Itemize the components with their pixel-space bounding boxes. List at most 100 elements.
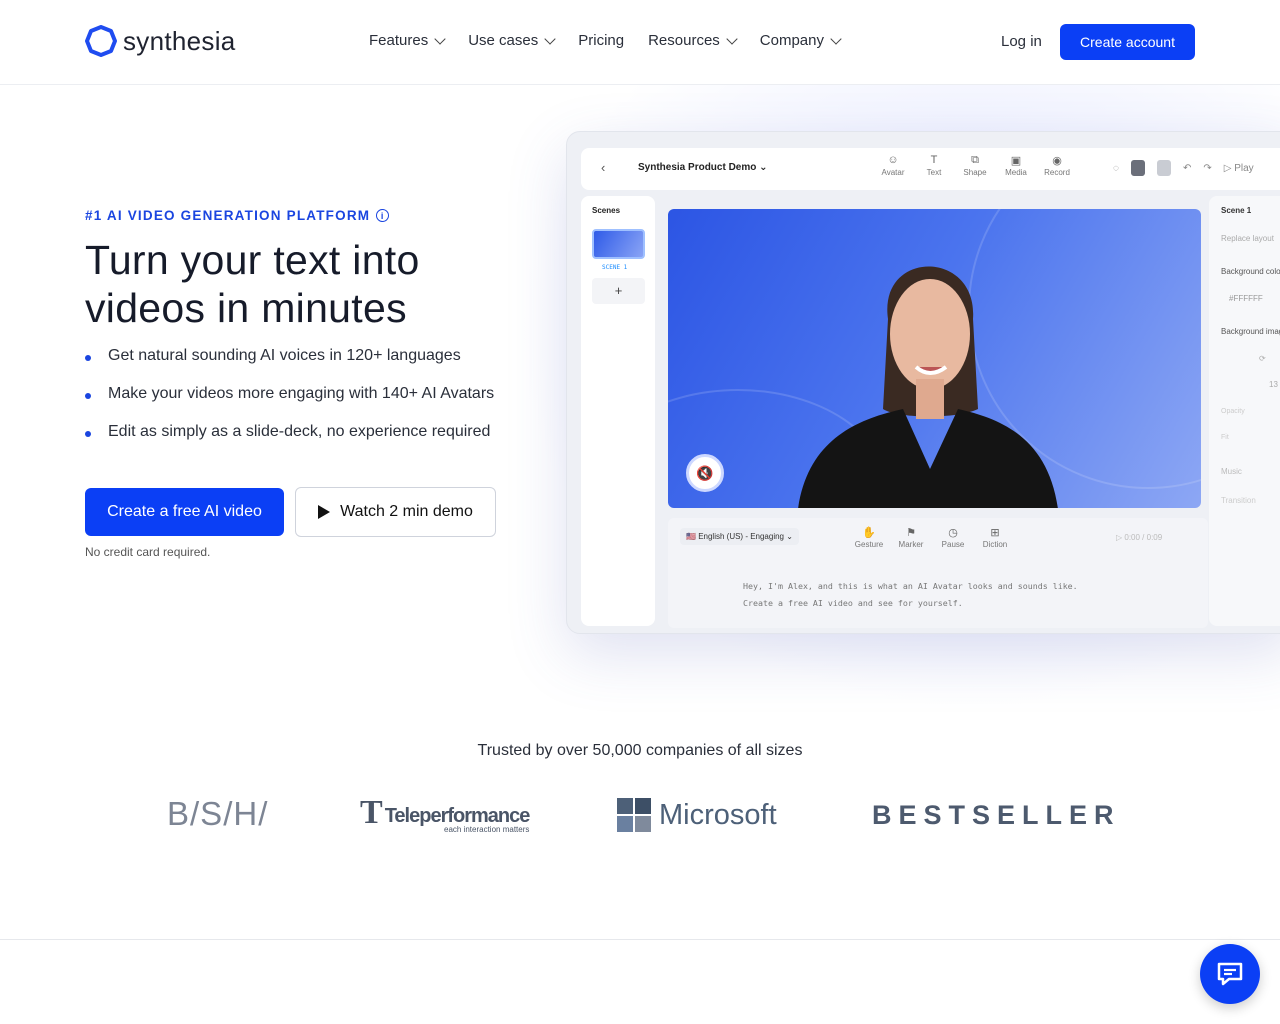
sync-icon[interactable]: ◌ bbox=[1113, 163, 1119, 174]
menu-pricing[interactable]: Pricing bbox=[578, 32, 624, 49]
video-canvas[interactable]: 🔇 bbox=[668, 209, 1201, 508]
script-line: Hey, I'm Alex, and this is what an AI Av… bbox=[743, 581, 1078, 591]
top-nav: synthesia Features Use cases Pricing Res… bbox=[0, 0, 1280, 85]
tool-diction[interactable]: ⊞ Diction bbox=[980, 526, 1010, 549]
scene-thumbnail[interactable] bbox=[592, 229, 645, 259]
customer-logos: B/S/H/ T Teleperformance each interaction … bbox=[0, 795, 1280, 840]
play-button[interactable]: ▷ Play bbox=[1224, 163, 1254, 174]
script-panel: 🇺🇸 English (US) - Engaging ⌄ ✋ Gesture ⚑ M… bbox=[668, 518, 1208, 628]
toolbar-right: ◌ ↶ ↷ ▷ Play bbox=[1113, 160, 1254, 176]
opacity-label: Opacity bbox=[1221, 408, 1245, 415]
tool-record[interactable]: ◉ Record bbox=[1044, 154, 1070, 177]
script-text[interactable]: Hey, I'm Alex, and this is what an AI Av… bbox=[743, 578, 1078, 612]
synthesia-logo-icon bbox=[85, 25, 117, 57]
project-title[interactable]: Synthesia Product Demo ⌄ bbox=[638, 162, 768, 173]
replace-layout-button[interactable]: Replace layout bbox=[1221, 234, 1274, 243]
logo-text: Microsoft bbox=[659, 798, 777, 831]
add-scene-button[interactable]: + bbox=[592, 278, 645, 304]
project-title-text: Synthesia Product Demo bbox=[638, 162, 757, 173]
list-item: Get natural sounding AI voices in 120+ l… bbox=[85, 347, 494, 385]
brand-name: synthesia bbox=[123, 25, 236, 56]
bullet-icon bbox=[85, 431, 91, 437]
menu-label: Use cases bbox=[468, 32, 539, 49]
menu-resources[interactable]: Resources bbox=[648, 32, 738, 49]
scene-label: SCENE 1 bbox=[602, 264, 628, 271]
menu-label: Features bbox=[369, 32, 429, 49]
tool-label: Marker bbox=[898, 540, 924, 549]
login-link[interactable]: Log in bbox=[1001, 33, 1042, 50]
shape-icon: ⧉ bbox=[971, 154, 979, 166]
menu-use-cases[interactable]: Use cases bbox=[468, 32, 556, 49]
bg-image-label: Background image bbox=[1221, 327, 1280, 336]
value-field[interactable]: 13 bbox=[1269, 380, 1278, 389]
menu-label: Resources bbox=[648, 32, 720, 49]
time-value: 0:00 / 0:09 bbox=[1124, 533, 1163, 542]
tool-label: Text bbox=[926, 168, 942, 177]
watch-demo-button[interactable]: Watch 2 min demo bbox=[295, 487, 496, 537]
section-divider bbox=[0, 939, 1280, 940]
feature-list: Get natural sounding AI voices in 120+ l… bbox=[85, 347, 494, 461]
main-menu: Features Use cases Pricing Resources Com… bbox=[369, 32, 864, 49]
tool-label: Diction bbox=[982, 540, 1008, 549]
tool-label: Shape bbox=[963, 168, 987, 177]
insert-tools: ☺ Avatar T Text ⧉ Shape ▣ Media ◉ Record bbox=[881, 154, 1070, 177]
redo-icon[interactable]: ↷ bbox=[1203, 163, 1211, 174]
avatar bbox=[1156, 160, 1171, 176]
tool-label: Pause bbox=[941, 540, 965, 549]
chevron-down-icon bbox=[434, 32, 446, 45]
bg-color-label: Background color bbox=[1221, 267, 1280, 276]
tool-label: Avatar bbox=[881, 168, 905, 177]
info-icon[interactable]: i bbox=[376, 209, 390, 222]
bullet-text: Make your videos more engaging with 140+… bbox=[108, 385, 495, 402]
chevron-down-icon bbox=[830, 32, 842, 45]
tool-label: Gesture bbox=[854, 540, 884, 549]
refresh-icon[interactable]: ⟳ bbox=[1259, 354, 1266, 363]
tool-label: Record bbox=[1044, 168, 1070, 177]
create-account-button[interactable]: Create account bbox=[1060, 24, 1195, 60]
chevron-down-icon bbox=[726, 32, 738, 45]
tool-marker[interactable]: ⚑ Marker bbox=[896, 526, 926, 549]
avatar-icon: ☺ bbox=[887, 154, 899, 166]
ai-avatar-image bbox=[798, 266, 1058, 508]
media-icon: ▣ bbox=[1010, 155, 1022, 167]
fit-label: Fit bbox=[1221, 434, 1229, 441]
tool-gesture[interactable]: ✋ Gesture bbox=[854, 526, 884, 549]
eyebrow-text: #1 AI VIDEO GENERATION PLATFORM bbox=[85, 208, 371, 223]
bsh-logo: B/S/H/ bbox=[167, 795, 269, 832]
tool-text[interactable]: T Text bbox=[922, 154, 946, 177]
language-value: English (US) - Engaging bbox=[698, 532, 785, 541]
tool-shape[interactable]: ⧉ Shape bbox=[963, 154, 987, 177]
panel-title: Scene 1 bbox=[1221, 206, 1252, 215]
language-select[interactable]: 🇺🇸 English (US) - Engaging ⌄ bbox=[680, 528, 799, 545]
color-input[interactable]: #FFFFFF bbox=[1229, 294, 1263, 303]
music-label: Music bbox=[1221, 467, 1242, 476]
chevron-down-icon bbox=[544, 32, 556, 45]
microsoft-grid-icon bbox=[617, 798, 651, 832]
chat-icon bbox=[1217, 962, 1243, 986]
script-tools: ✋ Gesture ⚑ Marker ◷ Pause ⊞ Diction bbox=[854, 526, 1010, 549]
undo-icon[interactable]: ↶ bbox=[1183, 163, 1191, 174]
menu-features[interactable]: Features bbox=[369, 32, 446, 49]
playback-time[interactable]: ▷ 0:00 / 0:09 bbox=[1116, 533, 1162, 542]
tool-avatar[interactable]: ☺ Avatar bbox=[881, 154, 905, 177]
script-line: Create a free AI video and see for yours… bbox=[743, 598, 963, 608]
eyebrow: #1 AI VIDEO GENERATION PLATFORM i bbox=[85, 208, 390, 223]
teleperformance-logo: T Teleperformance each interaction matters bbox=[360, 794, 530, 835]
mute-icon[interactable]: 🔇 bbox=[686, 454, 724, 492]
tool-pause[interactable]: ◷ Pause bbox=[938, 526, 968, 549]
hero-title: Turn your text into videos in minutes bbox=[85, 237, 420, 331]
editor-toolbar: ‹ Synthesia Product Demo ⌄ ☺ Avatar T Text… bbox=[581, 148, 1280, 190]
bullet-icon bbox=[85, 393, 91, 399]
brand-logo[interactable]: synthesia bbox=[85, 25, 236, 57]
scenes-label: Scenes bbox=[592, 206, 621, 215]
bestseller-logo: BESTSELLER bbox=[872, 800, 1121, 830]
list-item: Make your videos more engaging with 140+… bbox=[85, 385, 494, 423]
bullet-text: Get natural sounding AI voices in 120+ l… bbox=[108, 347, 461, 364]
menu-company[interactable]: Company bbox=[760, 32, 842, 49]
chat-button[interactable] bbox=[1200, 944, 1260, 1004]
back-icon[interactable]: ‹ bbox=[601, 160, 605, 175]
create-free-video-button[interactable]: Create a free AI video bbox=[85, 488, 284, 536]
gesture-icon: ✋ bbox=[862, 527, 876, 539]
tool-label: Media bbox=[1005, 168, 1027, 177]
tool-media[interactable]: ▣ Media bbox=[1004, 154, 1028, 177]
